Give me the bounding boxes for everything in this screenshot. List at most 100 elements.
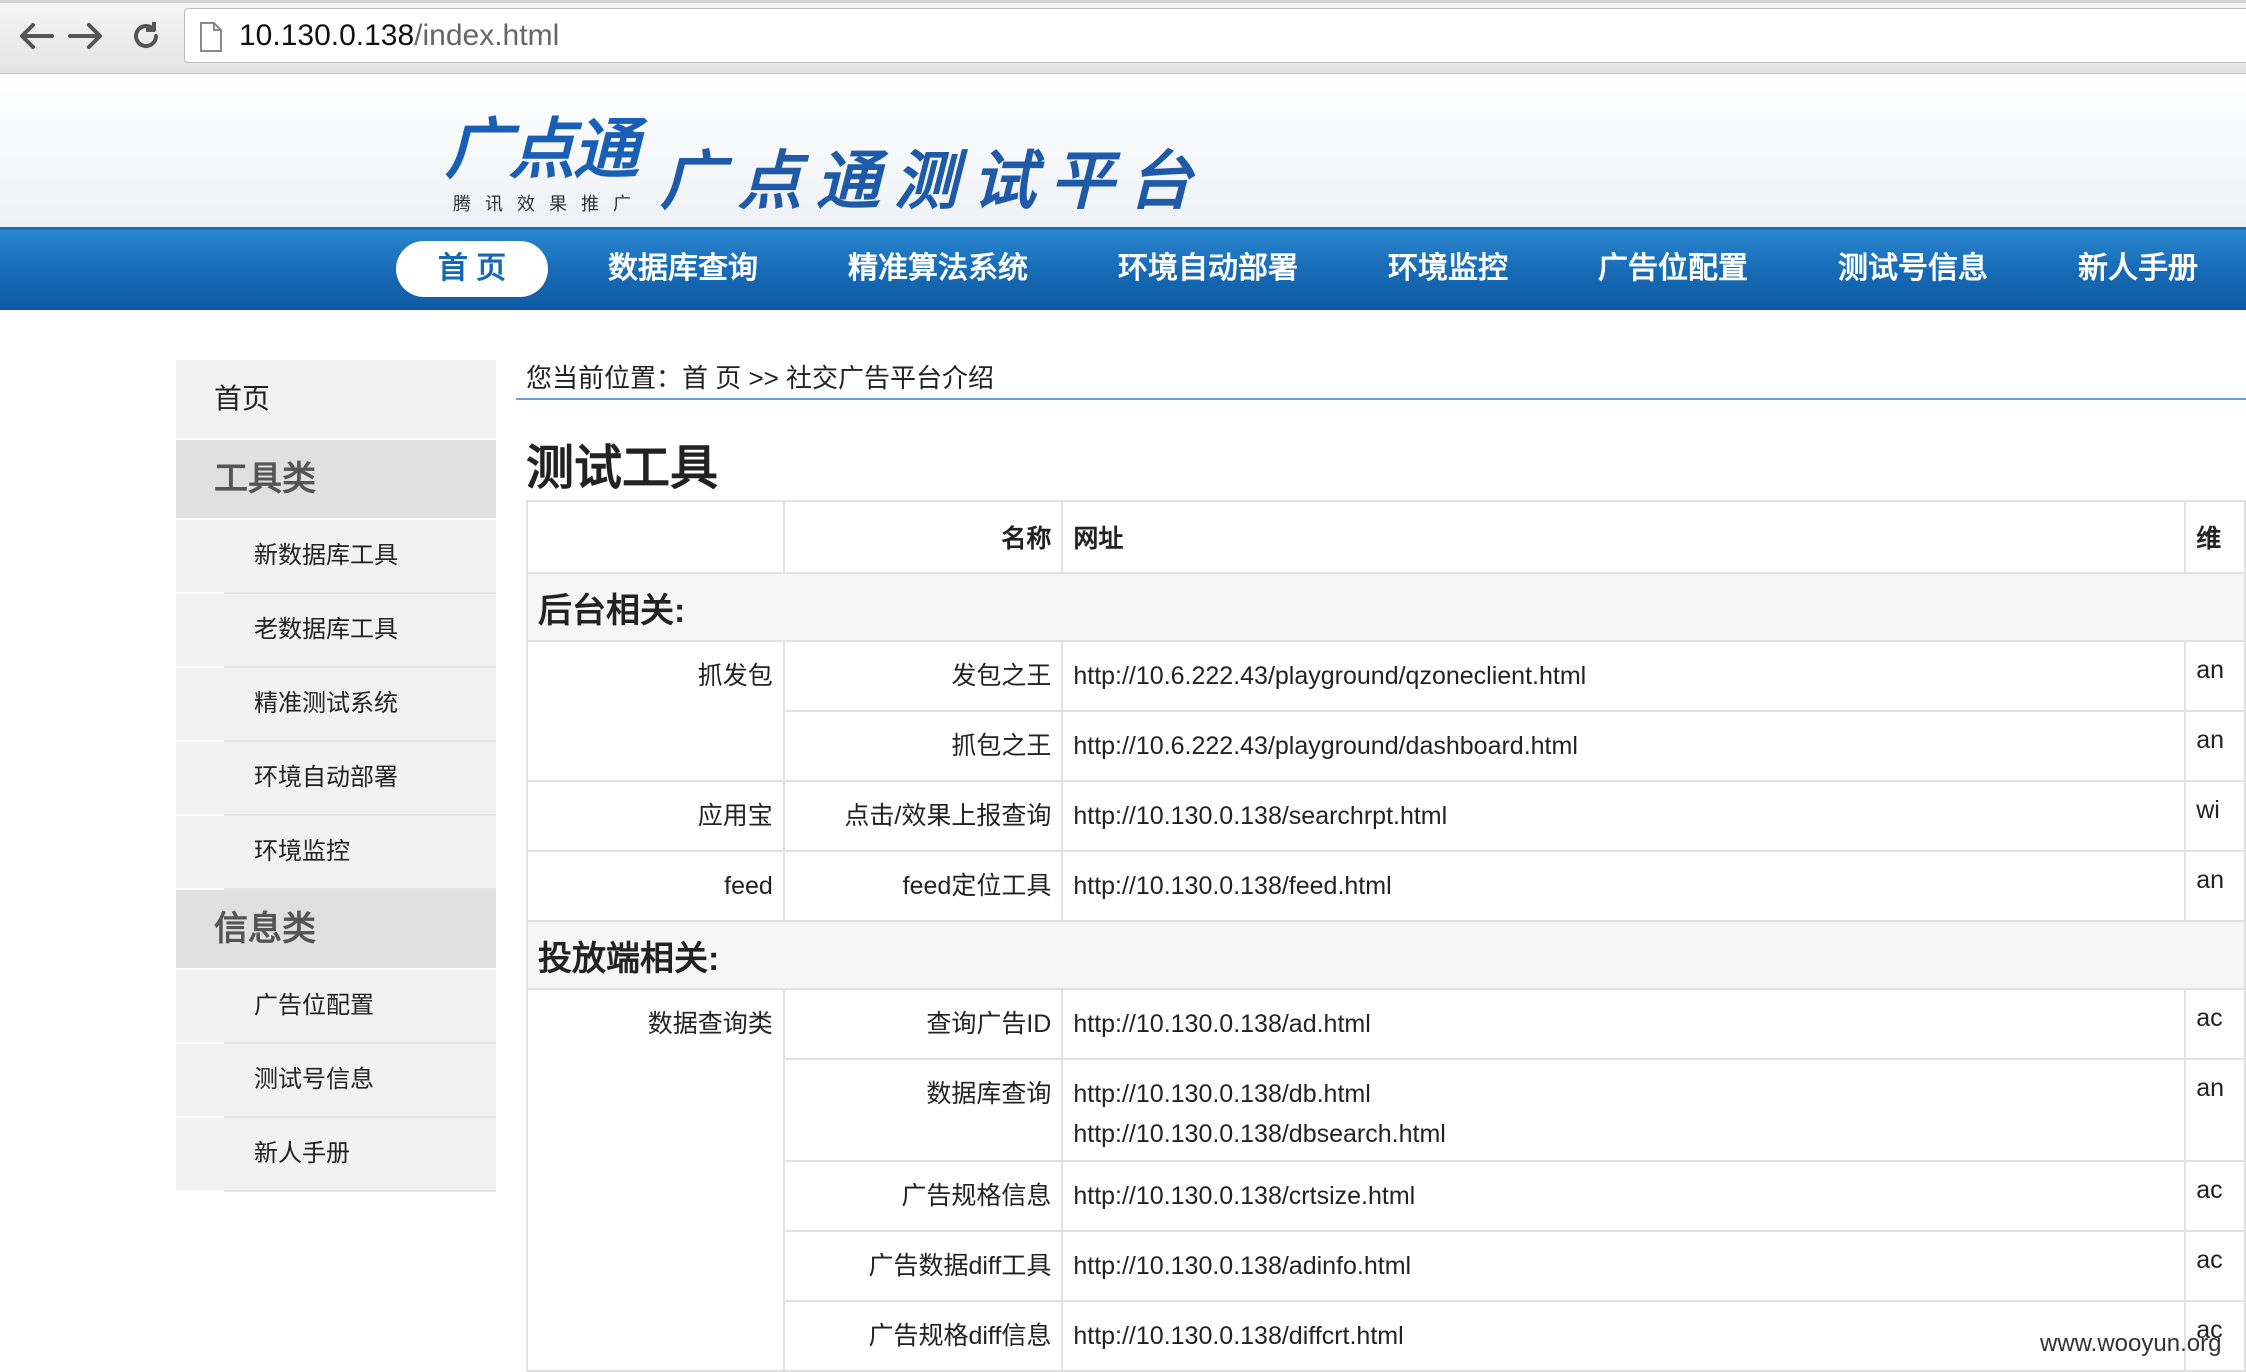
group-cell: 数据查询类 xyxy=(526,988,785,1372)
table-row: 广告规格diff信息 http://10.130.0.138/diffcrt.h… xyxy=(527,1300,2246,1372)
tool-url-link[interactable]: http://10.130.0.138/feed.html xyxy=(1073,866,2174,906)
table-row: 广告数据diff工具 http://10.130.0.138/adinfo.ht… xyxy=(527,1230,2246,1302)
logo-mark: 广点通 xyxy=(445,112,639,186)
tool-name: 数据库查询 xyxy=(782,1058,1064,1162)
tool-name: feed定位工具 xyxy=(782,850,1064,922)
table-row: 应用宝 点击/效果上报查询 http://10.130.0.138/search… xyxy=(526,780,2246,852)
sidebar-item-label: 新数据库工具 xyxy=(254,542,398,569)
tool-url-cell: http://10.130.0.138/db.html http://10.13… xyxy=(1061,1058,2187,1162)
table-row: 抓包之王 http://10.6.222.43/playground/dashb… xyxy=(527,710,2246,782)
sidebar-item-label: 新人手册 xyxy=(254,1140,350,1167)
nav-item-precision-algo[interactable]: 精准算法系统 xyxy=(848,241,1028,297)
sidebar-item-env-deploy[interactable]: 环境自动部署 xyxy=(176,742,496,816)
maintainer-cell: an xyxy=(2184,710,2246,782)
url-path: /index.html xyxy=(414,19,560,52)
sidebar: 首页 工具类 新数据库工具 老数据库工具 精准测试系统 环境自动部署 环境监控 … xyxy=(176,360,496,1192)
tool-url-cell: http://10.130.0.138/diffcrt.html xyxy=(1061,1300,2187,1372)
tool-url-link[interactable]: http://10.130.0.138/db.html xyxy=(1073,1074,2174,1114)
watermark: www.wooyun.org xyxy=(2040,1330,2222,1357)
sidebar-item-label: 老数据库工具 xyxy=(254,616,398,643)
tool-url-cell: http://10.130.0.138/feed.html xyxy=(1061,850,2187,922)
maintainer-cell: wi xyxy=(2184,780,2246,852)
section-title: 后台相关: xyxy=(526,572,2246,642)
sidebar-item-newbie-manual[interactable]: 新人手册 xyxy=(176,1118,496,1192)
tool-url-cell: http://10.130.0.138/crtsize.html xyxy=(1061,1160,2187,1232)
header-group xyxy=(526,500,785,574)
sidebar-item-env-monitor[interactable]: 环境监控 xyxy=(176,816,496,890)
sidebar-item-testacct-info[interactable]: 测试号信息 xyxy=(176,1044,496,1118)
sidebar-item-label: 精准测试系统 xyxy=(254,690,398,717)
maintainer-cell: an xyxy=(2184,850,2246,922)
breadcrumb: 您当前位置：首 页 >> 社交广告平台介绍 xyxy=(526,363,995,393)
tool-url-cell: http://10.6.222.43/playground/dashboard.… xyxy=(1061,710,2187,782)
sidebar-category-tools: 工具类 xyxy=(176,440,496,520)
tool-url-link[interactable]: http://10.130.0.138/searchrpt.html xyxy=(1073,796,2174,836)
nav-item-testacct-info[interactable]: 测试号信息 xyxy=(1838,241,1988,297)
main-nav: 首 页 数据库查询 精准算法系统 环境自动部署 环境监控 广告位配置 测试号信息… xyxy=(0,227,2246,310)
sidebar-item-label: 广告位配置 xyxy=(254,992,374,1019)
sidebar-item-adpos-config[interactable]: 广告位配置 xyxy=(176,970,496,1044)
tool-url-link[interactable]: http://10.130.0.138/diffcrt.html xyxy=(1073,1316,2174,1356)
table-header-row: 名称 网址 维 xyxy=(526,500,2246,574)
table-row: feed feed定位工具 http://10.130.0.138/feed.h… xyxy=(526,850,2246,922)
breadcrumb-divider xyxy=(516,398,2246,400)
arrow-right-icon xyxy=(68,23,102,49)
forward-button[interactable] xyxy=(64,14,108,58)
browser-toolbar: 10.130.0.138/index.html xyxy=(0,0,2246,74)
nav-item-home[interactable]: 首 页 xyxy=(396,241,548,297)
tool-name: 广告规格diff信息 xyxy=(782,1300,1064,1372)
tools-table: 名称 网址 维 后台相关: 抓发包 发包之王 http://10.6.222.4… xyxy=(526,500,2246,1372)
tool-url-link[interactable]: http://10.130.0.138/adinfo.html xyxy=(1073,1246,2174,1286)
tool-url-cell: http://10.130.0.138/searchrpt.html xyxy=(1061,780,2187,852)
maintainer-cell: ac xyxy=(2184,1160,2246,1232)
sidebar-item-new-db-tool[interactable]: 新数据库工具 xyxy=(176,520,496,594)
logo-tagline: 腾讯效果推广 xyxy=(453,194,645,214)
sidebar-item-old-db-tool[interactable]: 老数据库工具 xyxy=(176,594,496,668)
nav-item-env-monitor[interactable]: 环境监控 xyxy=(1388,241,1508,297)
site-logo[interactable]: 广点通 腾讯效果推广 xyxy=(445,114,655,234)
table-row: 广告规格信息 http://10.130.0.138/crtsize.html … xyxy=(527,1160,2246,1232)
tool-name: 查询广告ID xyxy=(782,988,1064,1060)
table-row: 数据库查询 http://10.130.0.138/db.html http:/… xyxy=(527,1058,2246,1162)
table-row: 抓发包 发包之王 http://10.6.222.43/playground/q… xyxy=(526,640,2246,782)
section-row: 后台相关: xyxy=(526,572,2246,642)
sidebar-category-info: 信息类 xyxy=(176,890,496,970)
maintainer-cell: an xyxy=(2184,1058,2246,1162)
page-title: 测试工具 xyxy=(526,442,719,495)
address-url[interactable]: 10.130.0.138/index.html xyxy=(239,19,559,53)
sidebar-item-label: 测试号信息 xyxy=(254,1066,374,1093)
table-row: 数据查询类 查询广告ID http://10.130.0.138/ad.html… xyxy=(526,988,2246,1372)
reload-icon xyxy=(134,22,159,49)
nav-item-adpos-config[interactable]: 广告位配置 xyxy=(1598,241,1748,297)
header-name: 名称 xyxy=(782,500,1064,574)
maintainer-cell: an xyxy=(2184,640,2246,712)
tool-name: 抓包之王 xyxy=(782,710,1064,782)
sidebar-item-home[interactable]: 首页 xyxy=(176,360,496,440)
section-title: 投放端相关: xyxy=(526,920,2246,990)
section-row: 投放端相关: xyxy=(526,920,2246,990)
site-title: 广点通测试平台 xyxy=(660,144,1206,219)
address-bar[interactable]: 10.130.0.138/index.html xyxy=(184,8,2246,63)
reload-button[interactable] xyxy=(124,14,168,58)
header-maintainer: 维 xyxy=(2184,500,2246,574)
nav-item-env-deploy[interactable]: 环境自动部署 xyxy=(1118,241,1298,297)
tool-url-link[interactable]: http://10.130.0.138/dbsearch.html xyxy=(1073,1114,2174,1154)
tab-strip-edge xyxy=(0,0,2246,3)
tool-url-link[interactable]: http://10.6.222.43/playground/dashboard.… xyxy=(1073,726,2174,766)
page-icon xyxy=(200,22,222,52)
sidebar-item-label: 环境监控 xyxy=(254,838,350,865)
nav-item-db-query[interactable]: 数据库查询 xyxy=(608,241,758,297)
tool-name: 广告规格信息 xyxy=(782,1160,1064,1232)
group-cell: feed xyxy=(526,850,785,922)
tool-url-link[interactable]: http://10.130.0.138/ad.html xyxy=(1073,1004,2174,1044)
sidebar-item-precision-test[interactable]: 精准测试系统 xyxy=(176,668,496,742)
group-cell: 抓发包 xyxy=(526,640,785,782)
tool-url-link[interactable]: http://10.6.222.43/playground/qzoneclien… xyxy=(1073,656,2174,696)
tool-url-cell: http://10.6.222.43/playground/qzoneclien… xyxy=(1061,640,2187,712)
nav-item-newbie-manual[interactable]: 新人手册 xyxy=(2078,241,2198,297)
tool-name: 广告数据diff工具 xyxy=(782,1230,1064,1302)
back-button[interactable] xyxy=(14,14,58,58)
tool-url-link[interactable]: http://10.130.0.138/crtsize.html xyxy=(1073,1176,2174,1216)
site-header: 广点通 腾讯效果推广 广点通测试平台 xyxy=(0,74,2246,227)
maintainer-cell: ac xyxy=(2184,988,2246,1060)
